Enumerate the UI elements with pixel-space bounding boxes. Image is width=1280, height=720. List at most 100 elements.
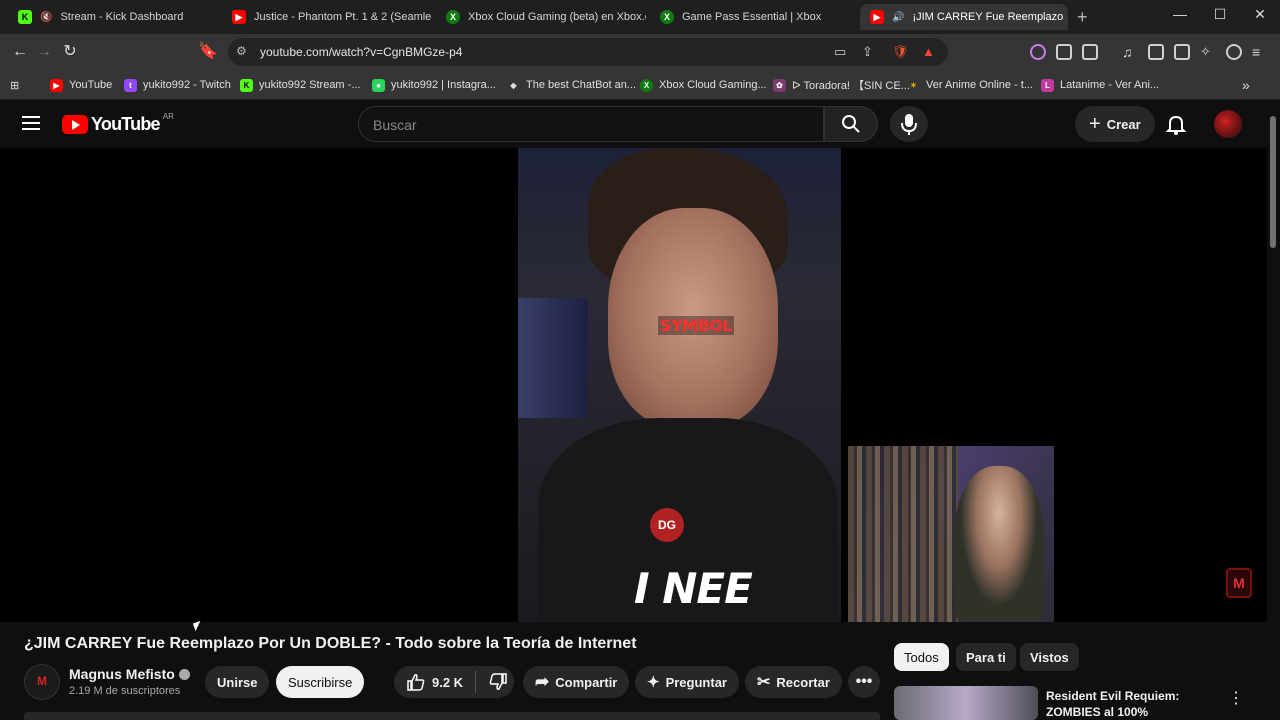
page-scrollbar[interactable] [1267, 100, 1280, 720]
kick-icon: K [240, 78, 253, 92]
xbox-icon: X [446, 10, 460, 24]
youtube-icon: ▶ [232, 10, 246, 24]
ai-icon[interactable]: ✧ [1200, 44, 1216, 60]
more-bookmarks-icon[interactable]: » [1242, 76, 1250, 94]
bookmark-kick[interactable]: K yukito992 Stream -... [240, 76, 361, 94]
twitch-icon: t [124, 78, 137, 92]
guide-menu-icon[interactable] [22, 116, 40, 130]
chip-para-ti[interactable]: Para ti [956, 643, 1016, 671]
more-actions-button[interactable]: ••• [848, 666, 880, 698]
brave-rewards-icon[interactable]: ▲ [922, 44, 935, 59]
brave-shield-icon[interactable]: 🛡 [892, 44, 909, 60]
sidebar-icon[interactable] [1148, 44, 1164, 60]
recommendation-title[interactable]: Resident Evil Requiem: ZOMBIES al 100% [1046, 688, 1216, 720]
notifications-bell-icon[interactable] [1164, 112, 1188, 136]
bookmark-label: ᐅ Toradora! 【SIN CE... [792, 80, 910, 92]
chip-todos[interactable]: Todos [894, 643, 949, 671]
bookmark-label: Xbox Cloud Gaming... [659, 79, 767, 91]
forward-icon[interactable]: → [34, 42, 54, 62]
tab-label: Stream - Kick Dashboard [60, 11, 184, 23]
account-avatar[interactable] [1214, 110, 1242, 138]
chip-vistos[interactable]: Vistos [1020, 643, 1079, 671]
bookmark-chatbot[interactable]: ◆ The best ChatBot an... [507, 76, 636, 94]
omnibox[interactable]: ⚙ youtube.com/watch?v=CgnBMGze-p4 ▭ ⇪ 🛡 … [228, 38, 948, 66]
description-box-edge[interactable] [24, 712, 880, 720]
channel-name-row[interactable]: Magnus Mefisto [69, 666, 190, 682]
channel-watermark[interactable]: M [1226, 568, 1252, 598]
bookmark-label: The best ChatBot an... [526, 79, 637, 91]
back-icon[interactable]: ← [10, 42, 30, 62]
close-window-icon[interactable]: ✕ [1250, 6, 1270, 23]
audio-playing-icon[interactable]: 🔊 [892, 12, 904, 23]
like-dislike-group: 9.2 K [394, 666, 515, 698]
recommendation-thumbnail[interactable] [894, 686, 1038, 720]
bookmark-youtube[interactable]: ▶ YouTube [50, 76, 112, 94]
color-extension-icon[interactable] [1030, 44, 1046, 60]
bookmark-label: yukito992 - Twitch [143, 79, 231, 91]
bookmark-instagram[interactable]: ● yukito992 | Instagra... [372, 76, 496, 94]
logo-text: YouTube [91, 114, 161, 134]
reload-icon[interactable]: ↻ [60, 42, 80, 62]
youtube-logo[interactable]: YouTube AR [62, 112, 174, 135]
voice-search-button[interactable] [890, 106, 928, 142]
clip-button[interactable]: ✂ Recortar [745, 666, 842, 698]
tab-xbox-cloud[interactable]: X Xbox Cloud Gaming (beta) en Xbox.c [436, 4, 646, 30]
browser-tabstrip: K 🔇 Stream - Kick Dashboard ▶ Justice - … [0, 0, 1280, 34]
share-button[interactable]: ➦ Compartir [523, 666, 630, 698]
thumbs-down-icon[interactable] [488, 672, 508, 692]
youtube-icon: ▶ [870, 10, 884, 24]
menu-icon[interactable]: ≡ [1252, 44, 1268, 60]
verified-icon [178, 668, 190, 680]
chip-label: Para ti [966, 649, 1006, 665]
like-button[interactable]: 9.2 K [406, 672, 463, 692]
site-info-icon[interactable]: ⚙ [236, 44, 247, 58]
address-bar: ← → ↻ 🔖 ⚙ youtube.com/watch?v=CgnBMGze-p… [0, 34, 1280, 70]
tab-jim-carrey[interactable]: ▶ 🔊 ¡JIM CARREY Fue Reemplazo ✕ [860, 4, 1068, 30]
channel-avatar[interactable] [24, 664, 60, 700]
vpn-icon[interactable] [1226, 44, 1242, 60]
music-icon[interactable]: ♫ [1122, 44, 1138, 60]
channel-name[interactable]: Magnus Mefisto [69, 666, 175, 682]
wallet-icon[interactable] [1174, 44, 1190, 60]
url-text[interactable]: youtube.com/watch?v=CgnBMGze-p4 [260, 45, 462, 59]
bookmark-latanime[interactable]: L Latanime - Ver Ani... [1041, 76, 1159, 94]
ask-button[interactable]: ✦ Preguntar [635, 666, 739, 698]
tab-justice-phantom[interactable]: ▶ Justice - Phantom Pt. 1 & 2 (Seamle [222, 4, 434, 30]
kick-icon: K [18, 10, 32, 24]
screenshot-icon[interactable] [1082, 44, 1098, 60]
join-button[interactable]: Unirse [205, 666, 270, 698]
bookmark-icon[interactable]: 🔖 [198, 42, 218, 62]
apps-grid-icon[interactable]: ⊞ [10, 76, 19, 94]
share-icon[interactable]: ⇪ [862, 44, 873, 60]
bookmark-xbox[interactable]: X Xbox Cloud Gaming... [640, 76, 767, 94]
video-player[interactable]: SYMBOL DG I NEE M [0, 148, 1267, 622]
search-input[interactable]: Buscar [358, 106, 824, 142]
bookmark-toradora[interactable]: ✿ ᐅ Toradora! 【SIN CE... [773, 76, 910, 94]
extensions-icon[interactable] [1056, 44, 1072, 60]
tab-label: Game Pass Essential | Xbox [682, 11, 822, 23]
bookmark-label: Latanime - Ver Ani... [1060, 79, 1160, 91]
scissors-icon: ✂ [757, 674, 771, 691]
search-placeholder: Buscar [373, 117, 417, 133]
subscribe-button[interactable]: Suscribirse [276, 666, 365, 698]
search-button[interactable] [824, 106, 878, 142]
bookmark-ver-anime[interactable]: ✶ Ver Anime Online - t... [907, 76, 1033, 94]
maximize-icon[interactable]: ☐ [1210, 6, 1230, 23]
tab-game-pass[interactable]: X Game Pass Essential | Xbox [650, 4, 855, 30]
video-title: ¿JIM CARREY Fue Reemplazo Por Un DOBLE? … [24, 635, 637, 652]
bookmark-twitch[interactable]: t yukito992 - Twitch [124, 76, 231, 94]
new-tab-icon[interactable]: + [1077, 7, 1088, 28]
tab-label: ¡JIM CARREY Fue Reemplazo [912, 11, 1064, 23]
create-button[interactable]: + Crear [1075, 106, 1155, 142]
youtube-header: YouTube AR Buscar + Crear [0, 100, 1267, 148]
subscribe-label: Suscribirse [288, 674, 353, 690]
muted-icon[interactable]: 🔇 [40, 12, 52, 23]
cast-icon[interactable]: ▭ [834, 44, 846, 60]
star-icon: ✶ [910, 80, 917, 90]
minimize-icon[interactable]: — [1170, 6, 1190, 22]
chatbot-icon: ◆ [510, 80, 517, 90]
tab-kick-dashboard[interactable]: K 🔇 Stream - Kick Dashboard [8, 4, 218, 30]
create-label: Crear [1106, 116, 1141, 132]
recommendation-menu-icon[interactable]: ⋮ [1228, 688, 1244, 708]
thumbs-up-icon [407, 674, 425, 691]
